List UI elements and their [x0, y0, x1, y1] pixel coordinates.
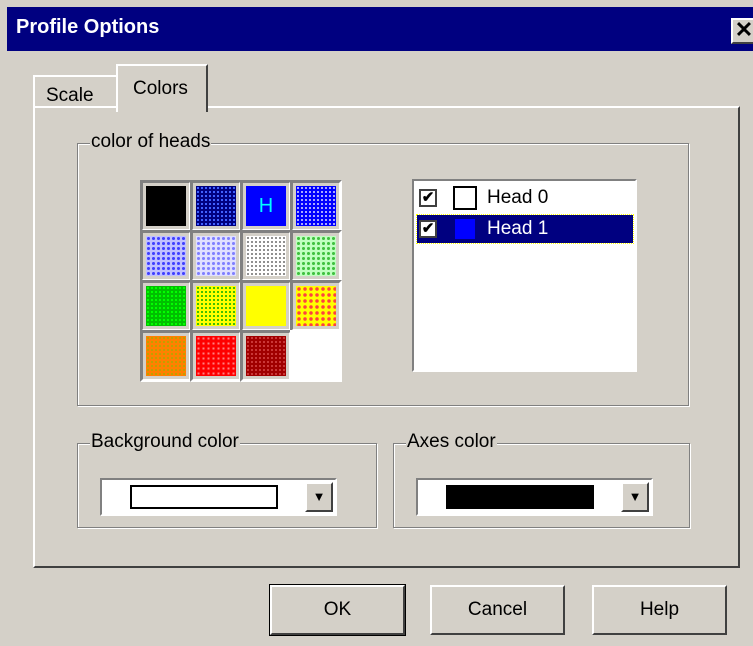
palette-swatch-yellow-red[interactable]: [290, 280, 342, 332]
head-0-checkbox[interactable]: ✔: [419, 189, 437, 207]
palette-swatch-light-blue[interactable]: [140, 230, 192, 282]
list-item-head-0[interactable]: ✔ Head 0: [417, 184, 633, 212]
chevron-down-icon[interactable]: ▼: [621, 482, 649, 512]
palette-swatch-red[interactable]: [190, 330, 242, 382]
palette-swatch-orange[interactable]: [140, 330, 192, 382]
head-0-color-box: [453, 186, 477, 210]
color-of-heads-legend: color of heads: [90, 131, 212, 153]
palette-swatch-black[interactable]: [140, 180, 192, 232]
palette-swatch-light-green[interactable]: [290, 230, 342, 282]
window-title: Profile Options: [16, 16, 160, 38]
head-0-label: Head 0: [487, 187, 549, 208]
palette-swatch-navy[interactable]: [190, 180, 242, 232]
axes-color-legend: Axes color: [406, 431, 497, 453]
ok-button[interactable]: OK: [269, 584, 406, 636]
profile-options-dialog: Profile Options ✕ Scale Colors color of …: [0, 0, 753, 646]
cancel-button[interactable]: Cancel: [430, 585, 565, 635]
help-button[interactable]: Help: [592, 585, 727, 635]
palette-swatch-lavender[interactable]: [190, 230, 242, 282]
axes-color-swatch: [446, 485, 594, 509]
head-1-label: Head 1: [487, 218, 549, 239]
close-button[interactable]: ✕: [731, 18, 753, 44]
palette-swatch-gray[interactable]: [240, 230, 292, 282]
head-1-color-box: [453, 217, 477, 241]
palette-swatch-green[interactable]: [140, 280, 192, 332]
head-1-checkbox[interactable]: ✔: [419, 220, 437, 238]
chevron-down-icon[interactable]: ▼: [305, 482, 333, 512]
palette-swatch-white[interactable]: [290, 330, 342, 382]
axes-color-dropdown[interactable]: ▼: [416, 478, 653, 516]
palette-swatch-dense-blue[interactable]: [290, 180, 342, 232]
background-color-swatch: [130, 485, 278, 509]
background-color-legend: Background color: [90, 431, 240, 453]
heads-listbox[interactable]: ✔ Head 0 ✔ Head 1: [412, 179, 637, 372]
palette-swatch-yellow-green[interactable]: [190, 280, 242, 332]
list-item-head-1[interactable]: ✔ Head 1: [416, 214, 634, 244]
tab-colors[interactable]: Colors: [116, 64, 208, 112]
title-bar: Profile Options ✕: [7, 7, 753, 51]
palette-swatch-blue-selected[interactable]: H: [240, 180, 292, 232]
palette-swatch-maroon[interactable]: [240, 330, 292, 382]
background-color-dropdown[interactable]: ▼: [100, 478, 337, 516]
palette-swatch-yellow[interactable]: [240, 280, 292, 332]
